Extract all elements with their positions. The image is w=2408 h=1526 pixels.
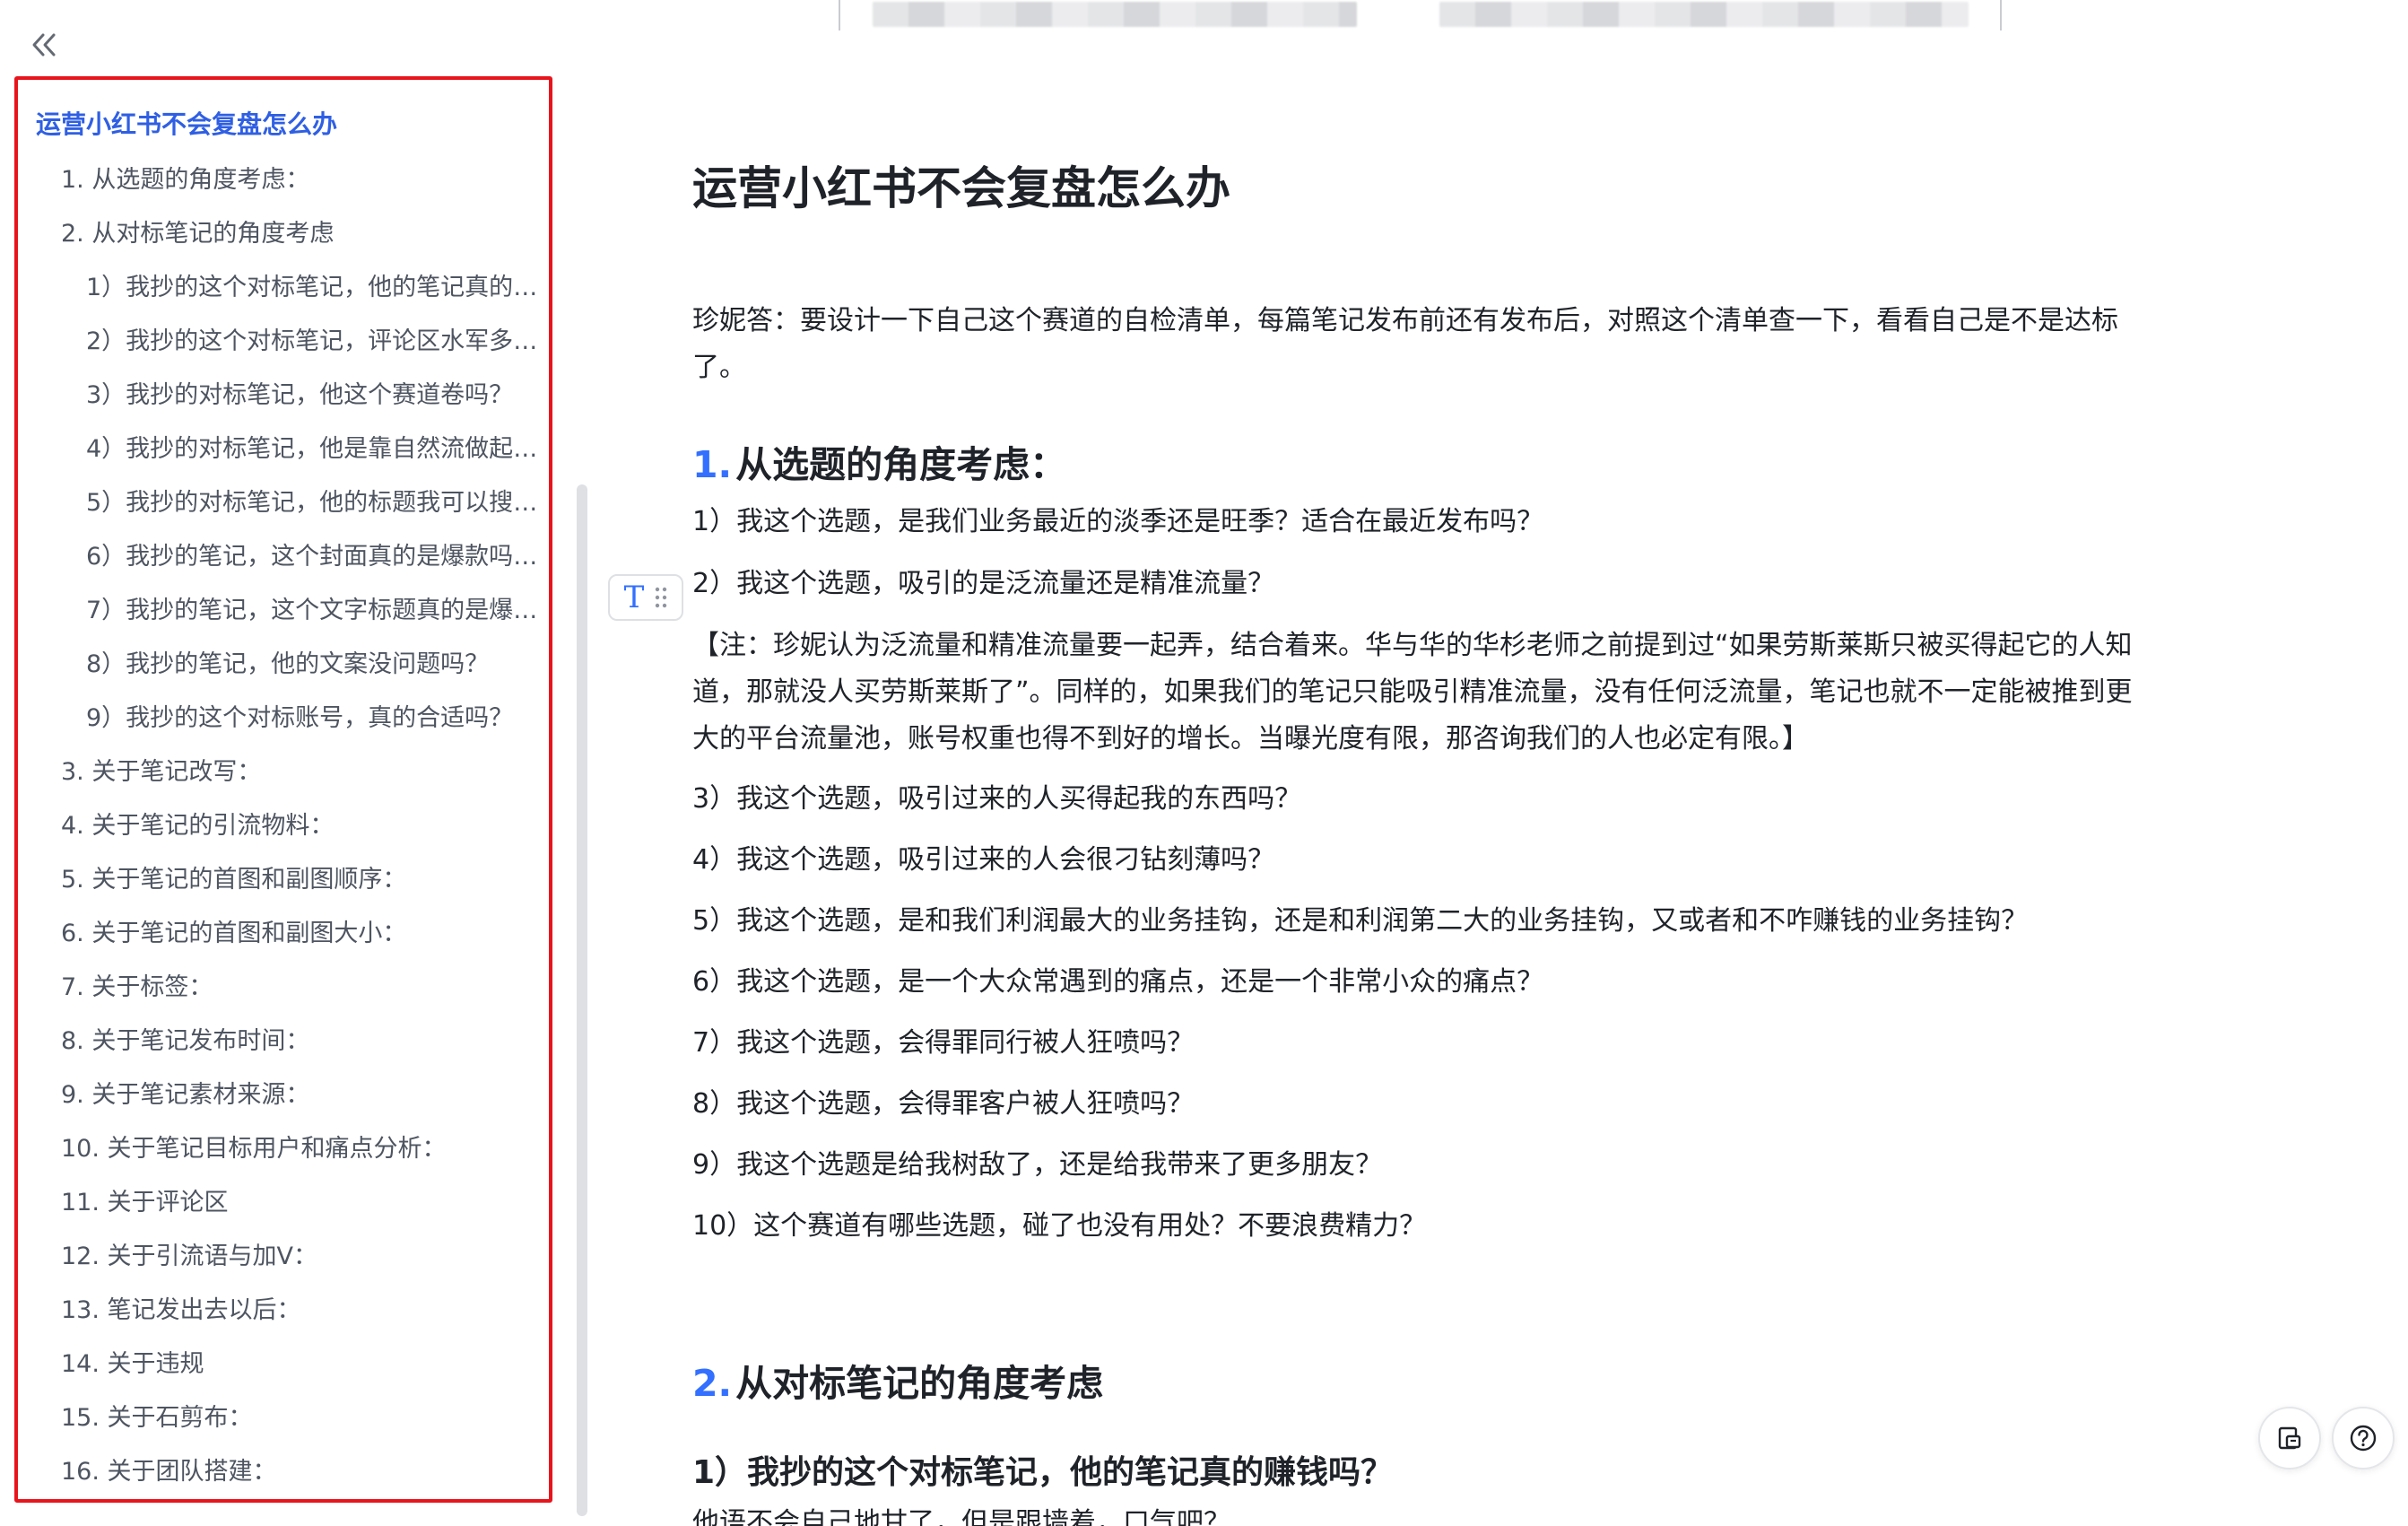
list-line[interactable]: 9）我这个选题是给我树敌了，还是给我带来了更多朋友？: [692, 1142, 1382, 1189]
subheading[interactable]: 1）我抄的这个对标笔记，他的笔记真的赚钱吗？: [692, 1446, 1393, 1493]
document-outline: 运营小红书不会复盘怎么办 1. 从选题的角度考虑： 2. 从对标笔记的角度考虑 1）我…: [14, 76, 552, 1503]
outline-item[interactable]: 6）我抄的笔记，这个封面真的是爆款吗？...: [18, 527, 549, 580]
list-line[interactable]: 5）我这个选题，是和我们利润最大的业务挂钩，还是和利润第二大的业务挂钩，又或者和…: [692, 898, 2028, 945]
outline-item-label: 7. 关于标签：: [61, 972, 213, 1001]
outline-item-label: 5）我抄的对标笔记，他的标题我可以搜索...: [86, 488, 542, 517]
list-line[interactable]: 4）我这个选题，吸引过来的人会很刁钻刻薄吗？: [692, 837, 1274, 884]
outline-item-label: 8）我抄的笔记，他的文案没问题吗？: [86, 650, 490, 678]
outline-scrollbar-thumb[interactable]: [577, 484, 587, 1516]
outline-item-label: 运营小红书不会复盘怎么办: [36, 109, 338, 139]
outline-item-label: 13. 笔记发出去以后：: [61, 1295, 301, 1324]
outline-item[interactable]: 8. 关于笔记发布时间：: [18, 1011, 549, 1065]
list-line[interactable]: 3）我这个选题，吸引过来的人买得起我的东西吗？: [692, 776, 1301, 823]
partial-line[interactable]: 他语不会自己地甘了，但是跟墙着，口气吧？: [692, 1500, 1230, 1526]
outline-item[interactable]: 4. 关于笔记的引流物料：: [18, 796, 549, 850]
outline-item-label: 15. 关于石剪布：: [61, 1403, 253, 1432]
outline-item[interactable]: 8）我抄的笔记，他的文案没问题吗？: [18, 634, 549, 688]
outline-item-label: 6）我抄的笔记，这个封面真的是爆款吗？...: [86, 542, 542, 571]
outline-item[interactable]: 16. 关于团队搭建：: [18, 1442, 549, 1495]
outline-item[interactable]: 1）我抄的这个对标笔记，他的笔记真的赚...: [18, 257, 549, 311]
outline-item[interactable]: 4）我抄的对标笔记，他是靠自然流做起来...: [18, 419, 549, 473]
outline-item[interactable]: 7）我抄的笔记，这个文字标题真的是爆款...: [18, 580, 549, 634]
outline-item-label: 2. 从对标笔记的角度考虑: [61, 219, 335, 248]
intro-paragraph[interactable]: 珍妮答：要设计一下自己这个赛道的自检清单，每篇笔记发布前还有发布后，对照这个清单…: [692, 298, 2163, 391]
outline-item[interactable]: 14. 关于违规: [18, 1334, 549, 1388]
outline-item[interactable]: 3）我抄的对标笔记，他这个赛道卷吗？: [18, 365, 549, 419]
outline-item[interactable]: 运营小红书不会复盘怎么办: [18, 96, 549, 150]
outline-item[interactable]: 13. 笔记发出去以后：: [18, 1280, 549, 1334]
document-action-button[interactable]: [2258, 1407, 2321, 1469]
outline-item[interactable]: 2. 从对标笔记的角度考虑: [18, 204, 549, 257]
heading-section-2[interactable]: 2.从对标笔记的角度考虑: [692, 1353, 1103, 1407]
heading-text: 从对标笔记的角度考虑: [735, 1362, 1104, 1405]
outline-item-label: 9）我抄的这个对标账号，真的合适吗？: [86, 703, 514, 732]
block-handle[interactable]: T: [608, 574, 683, 621]
outline-item-label: 1）我抄的这个对标笔记，他的笔记真的赚...: [86, 273, 542, 301]
outline-item[interactable]: 11. 关于评论区: [18, 1173, 549, 1226]
outline-item-label: 16. 关于团队搭建：: [61, 1457, 277, 1486]
list-line[interactable]: 1）我这个选题，是我们业务最近的淡季还是旺季？适合在最近发布吗？: [692, 499, 1543, 545]
help-button[interactable]: [2332, 1407, 2395, 1469]
outline-item-label: 3）我抄的对标笔记，他这个赛道卷吗？: [86, 380, 514, 409]
outline-item[interactable]: 12. 关于引流语与加V：: [18, 1226, 549, 1280]
outline-item[interactable]: 10. 关于笔记目标用户和痛点分析：: [18, 1119, 549, 1173]
outline-item[interactable]: 9. 关于笔记素材来源：: [18, 1065, 549, 1119]
outline-item-label: 12. 关于引流语与加V：: [61, 1242, 317, 1270]
list-line[interactable]: 8）我这个选题，会得罪客户被人狂喷吗？: [692, 1081, 1194, 1128]
document-title: 运营小红书不会复盘怎么办: [692, 162, 1230, 214]
heading-section-1[interactable]: 1.从选题的角度考虑：: [692, 434, 1066, 488]
note-paragraph[interactable]: 【注：珍妮认为泛流量和精准流量要一起弄，结合着来。华与华的华杉老师之前提到过“如…: [692, 623, 2145, 763]
outline-item-label: 2）我抄的这个对标笔记，评论区水军多吗...: [86, 327, 542, 355]
outline-item-label: 14. 关于违规: [61, 1349, 204, 1378]
heading-number: 2.: [692, 1362, 733, 1405]
outline-item-label: 7）我抄的笔记，这个文字标题真的是爆款...: [86, 596, 542, 624]
outline-item-label: 10. 关于笔记目标用户和痛点分析：: [61, 1134, 447, 1163]
outline-item-label: 1. 从选题的角度考虑：: [61, 165, 310, 194]
outline-item[interactable]: 1. 从选题的角度考虑：: [18, 150, 549, 204]
list-line[interactable]: 7）我这个选题，会得罪同行被人狂喷吗？: [692, 1020, 1194, 1067]
outline-scrollbar[interactable]: [577, 484, 587, 1525]
outline-item-label: 11. 关于评论区: [61, 1188, 229, 1216]
outline-item-label: 5. 关于笔记的首图和副图顺序：: [61, 865, 407, 894]
text-type-icon[interactable]: T: [624, 582, 645, 613]
outline-item-label: 4. 关于笔记的引流物料：: [61, 811, 335, 840]
outline-item-label: 6. 关于笔记的首图和副图大小：: [61, 919, 407, 947]
drag-handle-icon[interactable]: [655, 586, 667, 609]
outline-item[interactable]: 6. 关于笔记的首图和副图大小：: [18, 903, 549, 957]
outline-item[interactable]: 3. 关于笔记改写：: [18, 742, 549, 796]
collapse-outline-button[interactable]: [25, 25, 65, 65]
double-chevron-left-icon: [32, 33, 56, 57]
list-line[interactable]: 10）这个赛道有哪些选题，碰了也没有用处？不要浪费精力？: [692, 1203, 1426, 1250]
outline-item-label: 4）我抄的对标笔记，他是靠自然流做起来...: [86, 434, 542, 463]
outline-item-label: 8. 关于笔记发布时间：: [61, 1026, 310, 1055]
outline-item[interactable]: 2）我抄的这个对标笔记，评论区水军多吗...: [18, 311, 549, 365]
outline-item-label: 9. 关于笔记素材来源：: [61, 1080, 310, 1109]
document-body: 运营小红书不会复盘怎么办 珍妮答：要设计一下自己这个赛道的自检清单，每篇笔记发布…: [692, 0, 2181, 1526]
outline-item[interactable]: 5）我抄的对标笔记，他的标题我可以搜索...: [18, 473, 549, 527]
outline-item[interactable]: 15. 关于石剪布：: [18, 1388, 549, 1442]
heading-number: 1.: [692, 443, 733, 486]
list-line[interactable]: 2）我这个选题，吸引的是泛流量还是精准流量？: [692, 561, 1274, 607]
outline-item-label: 3. 关于笔记改写：: [61, 757, 262, 786]
heading-text: 从选题的角度考虑：: [735, 443, 1067, 486]
document-icon: [2278, 1426, 2301, 1450]
help-icon: [2350, 1425, 2377, 1452]
list-line[interactable]: 6）我这个选题，是一个大众常遇到的痛点，还是一个非常小众的痛点？: [692, 959, 1543, 1006]
outline-item[interactable]: 9）我抄的这个对标账号，真的合适吗？: [18, 688, 549, 742]
outline-item[interactable]: 5. 关于笔记的首图和副图顺序：: [18, 850, 549, 903]
outline-item[interactable]: 7. 关于标签：: [18, 957, 549, 1011]
